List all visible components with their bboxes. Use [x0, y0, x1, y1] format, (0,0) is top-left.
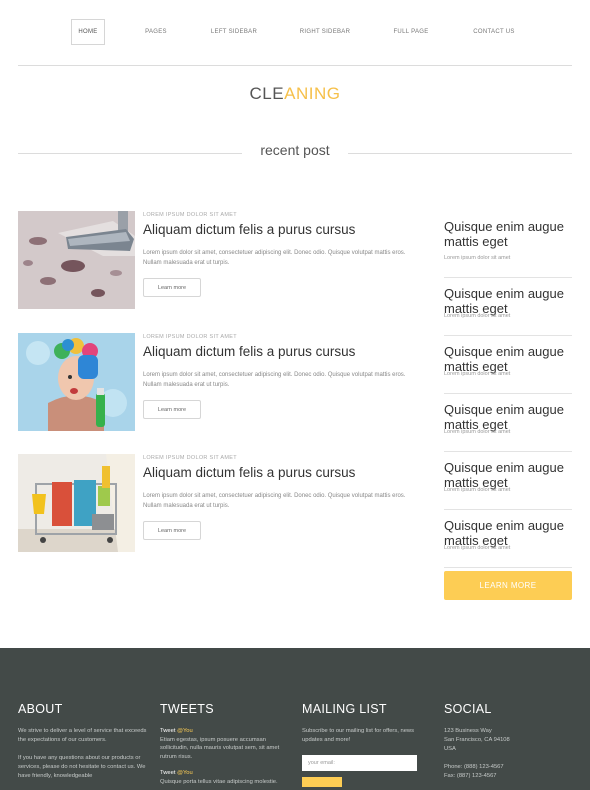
- footer-social-heading: SOCIAL: [444, 702, 492, 716]
- footer-tweets-heading: TWEETS: [160, 702, 214, 716]
- nav-full-page[interactable]: FULL PAGE: [388, 19, 434, 45]
- top-navigation: HOME PAGES LEFT SIDEBAR RIGHT SIDEBAR FU…: [0, 0, 590, 66]
- post-excerpt: Lorem ipsum dolor sit amet, consectetuer…: [143, 250, 406, 266]
- sidebar-item-title[interactable]: Quisque enim augue mattis eget: [444, 518, 572, 548]
- post-meta: LOREM IPSUM DOLOR SIT AMET: [143, 455, 237, 461]
- footer-mailing-list: MAILING LIST Subscribe to our mailing li…: [302, 702, 432, 787]
- nav-contact-us[interactable]: CONTACT US: [468, 19, 520, 45]
- post-thumbnail-vacuum[interactable]: [18, 211, 135, 309]
- address-line-2: San Francisco, CA 94108: [444, 737, 510, 743]
- site-logo[interactable]: CLEANING: [0, 84, 590, 104]
- address-line-1: 123 Business Way: [444, 728, 492, 734]
- tweets-list: Tweet @You Etiam egestas, ipsum posuere …: [160, 727, 290, 787]
- logo-part-1: CLE: [249, 84, 285, 103]
- mailing-text: Subscribe to our mailing list for offers…: [302, 728, 415, 743]
- tweet-text: Quisque porta tellus vitae adipiscing mo…: [160, 778, 278, 785]
- footer-about-heading: ABOUT: [18, 702, 63, 716]
- tweet-label: Tweet: [160, 728, 176, 734]
- post-excerpt: Lorem ipsum dolor sit amet, consectetuer…: [143, 372, 406, 388]
- recent-post-heading: recent post: [0, 142, 590, 162]
- sidebar-item-subtitle: Lorem ipsum dolor sit amet: [444, 371, 511, 377]
- post-meta: LOREM IPSUM DOLOR SIT AMET: [143, 212, 237, 218]
- nav-divider: [18, 65, 572, 66]
- post-title[interactable]: Aliquam dictum felis a purus cursus: [143, 344, 355, 359]
- post-thumbnail-cleaning-cart[interactable]: [18, 454, 135, 552]
- logo-part-2: ANING: [284, 84, 341, 103]
- sidebar-item-subtitle: Lorem ipsum dolor sit amet: [444, 545, 511, 551]
- tweet-handle[interactable]: @You: [177, 728, 193, 734]
- sidebar-item-subtitle: Lorem ipsum dolor sit amet: [444, 487, 511, 493]
- post-excerpt: Lorem ipsum dolor sit amet, consectetuer…: [143, 493, 406, 509]
- learn-more-button[interactable]: Learn more: [143, 521, 201, 540]
- learn-more-button[interactable]: Learn more: [143, 400, 201, 419]
- tweet-text: Etiam egestas, ipsum posuere accumsan so…: [160, 736, 280, 760]
- nav-pages[interactable]: PAGES: [135, 19, 177, 45]
- phone-number: Phone: (888) 123-4567: [444, 764, 504, 770]
- sidebar-item-title[interactable]: Quisque enim augue mattis eget: [444, 344, 572, 374]
- sidebar-item-title[interactable]: Quisque enim augue mattis eget: [444, 460, 572, 490]
- post-thumbnail-woman-cleaning[interactable]: [18, 333, 135, 431]
- sidebar-learn-more-button[interactable]: LEARN MORE: [444, 571, 572, 600]
- post-item: LOREM IPSUM DOLOR SIT AMET Aliquam dictu…: [18, 454, 418, 552]
- nav-left-sidebar[interactable]: LEFT SIDEBAR: [205, 19, 263, 45]
- learn-more-button[interactable]: Learn more: [143, 278, 201, 297]
- fax-number: Fax: (887) 123-4567: [444, 773, 497, 779]
- footer: ABOUT We strive to deliver a level of se…: [0, 648, 590, 790]
- sidebar-item[interactable]: Quisque enim augue mattis eget Lorem ips…: [444, 336, 572, 394]
- post-title[interactable]: Aliquam dictum felis a purus cursus: [143, 465, 355, 480]
- post-title[interactable]: Aliquam dictum felis a purus cursus: [143, 222, 355, 237]
- about-paragraph-1: We strive to deliver a level of service …: [18, 728, 147, 743]
- sidebar-item[interactable]: Quisque enim augue mattis eget Lorem ips…: [444, 278, 572, 336]
- heading-rule-right: [348, 153, 572, 154]
- footer-about: ABOUT We strive to deliver a level of se…: [18, 702, 148, 790]
- sidebar-item[interactable]: Quisque enim augue mattis eget Lorem ips…: [444, 452, 572, 510]
- email-input[interactable]: your email:: [302, 755, 417, 771]
- nav-home[interactable]: HOME: [71, 19, 105, 45]
- post-meta: LOREM IPSUM DOLOR SIT AMET: [143, 334, 237, 340]
- tweet-item: Tweet @You Quisque porta tellus vitae ad…: [160, 769, 290, 786]
- tweet-handle[interactable]: @You: [177, 770, 193, 776]
- address-line-3: USA: [444, 746, 456, 752]
- footer-tweets: TWEETS Tweet @You Etiam egestas, ipsum p…: [160, 702, 290, 787]
- footer-social: SOCIAL 123 Business Way San Francisco, C…: [444, 702, 574, 781]
- about-paragraph-2: If you have any questions about our prod…: [18, 755, 146, 779]
- tweet-item: Tweet @You Etiam egestas, ipsum posuere …: [160, 727, 290, 761]
- sidebar: Quisque enim augue mattis eget Lorem ips…: [444, 219, 572, 568]
- subscribe-button[interactable]: [302, 777, 342, 787]
- contact-info: 123 Business Way San Francisco, CA 94108…: [444, 727, 574, 781]
- sidebar-item[interactable]: Quisque enim augue mattis eget Lorem ips…: [444, 510, 572, 568]
- sidebar-item-subtitle: Lorem ipsum dolor sit amet: [444, 429, 511, 435]
- sidebar-item[interactable]: Quisque enim augue mattis eget Lorem ips…: [444, 219, 572, 278]
- nav-right-sidebar[interactable]: RIGHT SIDEBAR: [295, 19, 355, 45]
- sidebar-item-subtitle: Lorem ipsum dolor sit amet: [444, 313, 511, 319]
- post-item: LOREM IPSUM DOLOR SIT AMET Aliquam dictu…: [18, 211, 418, 309]
- post-item: LOREM IPSUM DOLOR SIT AMET Aliquam dictu…: [18, 333, 418, 431]
- footer-about-text: We strive to deliver a level of service …: [18, 727, 148, 781]
- heading-rule-left: [18, 153, 242, 154]
- sidebar-item-title[interactable]: Quisque enim augue mattis eget: [444, 402, 572, 432]
- sidebar-item[interactable]: Quisque enim augue mattis eget Lorem ips…: [444, 394, 572, 452]
- section-title-text: recent post: [260, 142, 330, 158]
- sidebar-item-title[interactable]: Quisque enim augue mattis eget: [444, 286, 572, 316]
- sidebar-item-subtitle: Lorem ipsum dolor sit amet: [444, 255, 511, 261]
- sidebar-item-title[interactable]: Quisque enim augue mattis eget: [444, 219, 572, 249]
- tweet-label: Tweet: [160, 770, 176, 777]
- footer-mailing-heading: MAILING LIST: [302, 702, 387, 716]
